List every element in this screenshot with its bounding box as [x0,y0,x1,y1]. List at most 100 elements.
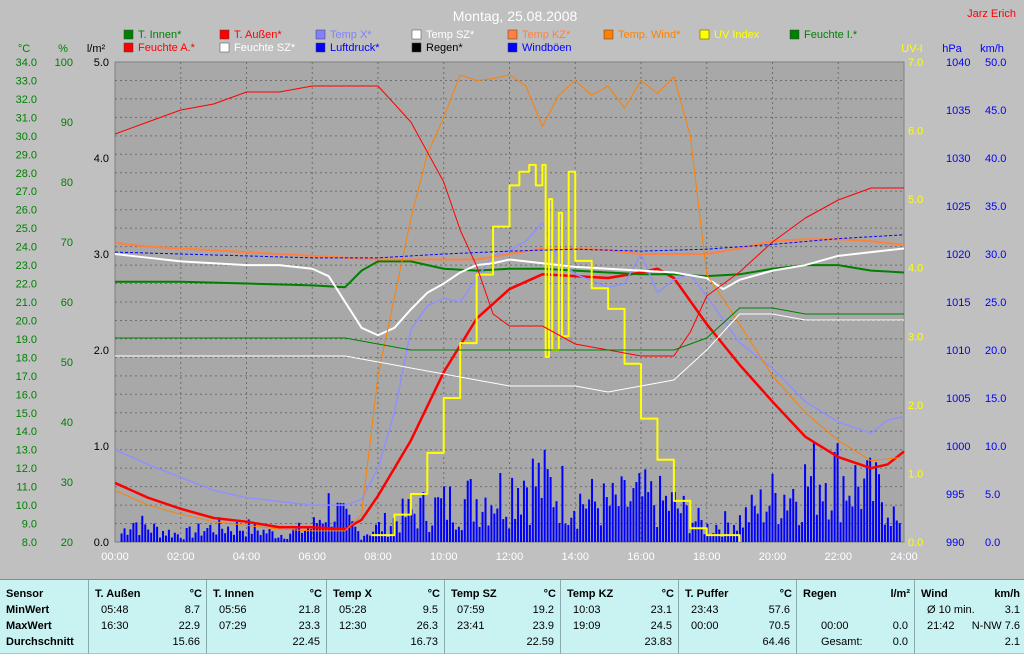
max-time: 12:30 [339,620,367,632]
time-tick-label: 10:00 [430,551,458,563]
uv-tick-label: 1.0 [908,468,923,480]
stat-title: Temp KZ [567,588,614,600]
humidity-tick-label: 20 [61,537,73,549]
wind-avg-value: 3.1 [1004,604,1020,616]
wind-tick-label: 0.0 [985,537,1000,549]
humidity-tick-label: 80 [61,177,73,189]
temp-axis-unit: °C [18,43,30,55]
legend-label: Temp SZ* [426,29,475,41]
row-label-sensor: Sensor [6,588,44,600]
temp-tick-label: 17.0 [16,371,37,383]
stat-title: Temp X [333,588,372,600]
legend-swatch [315,29,326,40]
average-value: 16.73 [410,636,438,648]
stat-unit: °C [779,588,792,600]
temp-tick-label: 16.0 [16,389,37,401]
average-value: 64.46 [762,636,790,648]
pressure-tick-label: 1010 [946,345,970,357]
uv-tick-label: 3.0 [908,331,923,343]
legend-label: Regen* [426,42,463,54]
temp-tick-label: 12.0 [16,463,37,475]
legend-swatch [603,29,614,40]
stat-unit-wind: km/h [994,588,1020,600]
legend-swatch [123,42,134,53]
time-tick-label: 00:00 [101,551,129,563]
stat-column: Temp KZ °C 10:03 23.1 19:09 24.5 23.83 [560,580,678,654]
legend-label: Feuchte A.* [138,42,196,54]
wind-tick-label: 40.0 [985,153,1006,165]
rain-tick-label: 5.0 [94,57,109,69]
max-value: 23.9 [532,620,554,632]
rain-time: 00:00 [821,620,849,632]
stat-column: Temp X °C 05:28 9.5 12:30 26.3 16.73 [326,580,444,654]
average-value: 22.59 [526,636,554,648]
wind-tick-label: 15.0 [985,393,1006,405]
rain-tick-label: 1.0 [94,441,109,453]
stat-column: Temp SZ °C 07:59 19.2 23:41 23.9 22.59 [444,580,560,654]
temp-tick-label: 25.0 [16,223,37,235]
legend-swatch [123,29,134,40]
legend-label: Feuchte I.* [804,29,858,41]
temp-tick-label: 22.0 [16,279,37,291]
humidity-tick-label: 50 [61,357,73,369]
temp-tick-label: 8.0 [22,537,37,549]
wind-tick-label: 5.0 [985,489,1000,501]
legend-label: T. Innen* [138,29,182,41]
chart-title: Montag, 25.08.2008 [453,8,578,24]
temp-tick-label: 18.0 [16,352,37,364]
author-label: Jarz Erich [967,8,1016,20]
legend-swatch [699,29,710,40]
min-value: 57.6 [768,604,790,616]
time-tick-label: 22:00 [824,551,852,563]
temp-tick-label: 23.0 [16,260,37,272]
stat-title: T. Puffer [685,588,729,600]
max-time: 00:00 [691,620,719,632]
temp-tick-label: 11.0 [16,482,37,494]
uv-tick-label: 2.0 [908,400,923,412]
min-time: 23:43 [691,604,719,616]
stat-column-wind: Wind km/h Ø 10 min. 3.1 21:42 N-NW 7.6 2… [914,580,1024,654]
pressure-tick-label: 995 [946,489,964,501]
temp-tick-label: 33.0 [16,75,37,87]
temp-tick-label: 32.0 [16,94,37,106]
stat-unit: °C [543,588,556,600]
wind-tick-label: 35.0 [985,201,1006,213]
uv-tick-label: 7.0 [908,57,923,69]
stat-column: T. Innen °C 05:56 21.8 07:29 23.3 22.45 [206,580,326,654]
average-value: 23.83 [644,636,672,648]
rain-axis-unit: l/m² [87,43,106,55]
legend-label: UV Index [714,29,760,41]
max-value: 26.3 [416,620,438,632]
average-value: 22.45 [292,636,320,648]
time-tick-label: 24:00 [890,551,918,563]
temp-tick-label: 15.0 [16,408,37,420]
pressure-tick-label: 1035 [946,105,970,117]
legend-swatch [219,29,230,40]
pressure-axis-unit: hPa [942,43,962,55]
rain-tick-label: 0.0 [94,537,109,549]
pressure-tick-label: 1025 [946,201,970,213]
stat-title: Temp SZ [451,588,497,600]
row-label-max: MaxWert [6,620,52,632]
legend-label: Feuchte SZ* [234,42,296,54]
stat-unit: °C [189,588,202,600]
humidity-tick-label: 90 [61,117,73,129]
max-value: 24.5 [650,620,672,632]
humidity-tick-label: 100 [55,57,73,69]
temp-tick-label: 24.0 [16,242,37,254]
wind-tick-label: 50.0 [985,57,1006,69]
legend-swatch [219,42,230,53]
max-time: 07:29 [219,620,247,632]
uv-tick-label: 5.0 [908,194,923,206]
rain-value: 0.0 [892,620,908,632]
rain-total-label: Gesamt: [821,636,863,648]
temp-tick-label: 29.0 [16,149,37,161]
min-time: 10:03 [573,604,601,616]
humidity-axis-unit: % [58,43,68,55]
min-value: 9.5 [422,604,438,616]
stat-unit: °C [427,588,440,600]
min-value: 8.7 [184,604,200,616]
pressure-tick-label: 990 [946,537,964,549]
time-tick-label: 02:00 [167,551,195,563]
uv-axis-unit: UV-I [901,43,922,55]
